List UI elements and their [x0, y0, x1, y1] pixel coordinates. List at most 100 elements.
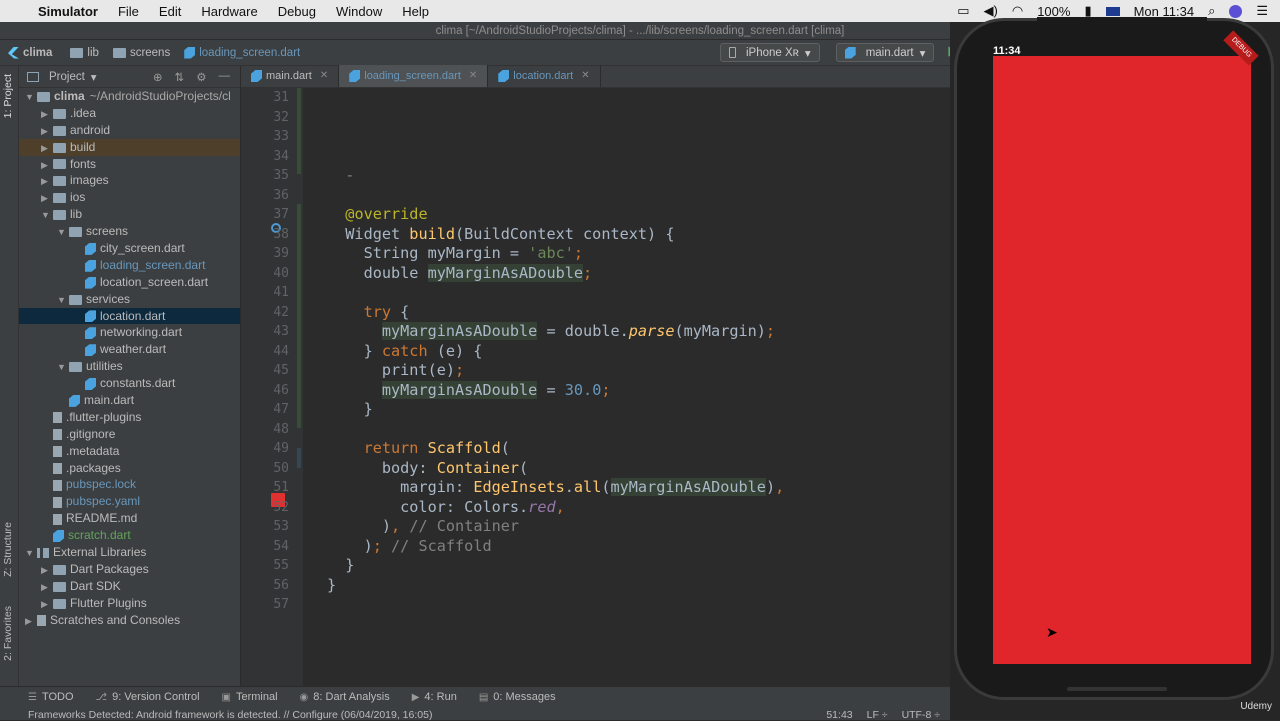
code-line[interactable]: Widget build(BuildContext context) {: [327, 225, 674, 243]
tree-item[interactable]: pubspec.lock: [19, 476, 240, 493]
tree-item[interactable]: constants.dart: [19, 375, 240, 392]
menu-help[interactable]: Help: [402, 4, 429, 19]
chevron-down-icon[interactable]: ▼: [57, 359, 69, 376]
collapse-icon[interactable]: ⇅: [175, 70, 185, 84]
code-line[interactable]: print(e);: [327, 361, 464, 379]
close-icon[interactable]: ✕: [581, 65, 589, 87]
code-line[interactable]: @override: [327, 205, 427, 223]
tree-item[interactable]: pubspec.yaml: [19, 493, 240, 510]
tree-item[interactable]: ▶ Flutter Plugins: [19, 595, 240, 612]
spotlight-icon[interactable]: ⌕: [1208, 3, 1215, 19]
tree-item[interactable]: ▶ images: [19, 172, 240, 189]
code-line[interactable]: color: Colors.red,: [327, 498, 565, 516]
code-line[interactable]: myMarginAsADouble = double.parse(myMargi…: [327, 322, 775, 340]
tree-item[interactable]: location.dart: [19, 307, 240, 325]
chevron-right-icon[interactable]: ▶: [41, 173, 53, 190]
menu-hardware[interactable]: Hardware: [201, 4, 257, 19]
tree-item[interactable]: ▶ ios: [19, 189, 240, 206]
notification-center-icon[interactable]: ☰: [1256, 3, 1268, 19]
tab-loading-screen-dart[interactable]: loading_screen.dart ✕: [339, 65, 489, 87]
tree-item[interactable]: ▶ Scratches and Consoles: [19, 612, 240, 629]
chevron-right-icon[interactable]: ▶: [41, 579, 53, 596]
tree-item[interactable]: scratch.dart: [19, 527, 240, 544]
close-icon[interactable]: ✕: [469, 65, 477, 87]
menu-debug[interactable]: Debug: [278, 4, 316, 19]
crumb-screens[interactable]: screens: [112, 47, 170, 59]
line-separator[interactable]: LF ÷: [867, 709, 888, 721]
tree-item[interactable]: ▶ fonts: [19, 156, 240, 173]
tree-item[interactable]: networking.dart: [19, 324, 240, 341]
tree-item[interactable]: .metadata: [19, 443, 240, 460]
code-line[interactable]: }: [327, 576, 336, 594]
toolwindow-4-run[interactable]: ▶ 4: Run: [412, 691, 457, 703]
project-toolwindow-tab[interactable]: 1: Project: [2, 74, 14, 118]
code-line[interactable]: ), // Container: [327, 517, 519, 535]
tree-item[interactable]: city_screen.dart: [19, 240, 240, 257]
tree-item[interactable]: .packages: [19, 460, 240, 477]
tree-item[interactable]: location_screen.dart: [19, 274, 240, 291]
wifi-icon[interactable]: ◠: [1012, 3, 1023, 19]
target-icon[interactable]: ⊕: [153, 70, 163, 84]
chevron-right-icon[interactable]: ▶: [41, 562, 53, 579]
structure-toolwindow-tab[interactable]: Z: Structure: [2, 522, 14, 577]
code-line[interactable]: }: [327, 400, 373, 418]
simulator-screen[interactable]: [993, 56, 1251, 664]
code-line[interactable]: body: Container(: [327, 459, 528, 477]
tree-item[interactable]: ▶ Dart SDK: [19, 578, 240, 595]
tree-item[interactable]: main.dart: [19, 392, 240, 409]
code-line[interactable]: } catch (e) {: [327, 342, 483, 360]
chevron-down-icon[interactable]: ▾: [91, 70, 97, 84]
chevron-down-icon[interactable]: ▼: [41, 207, 53, 224]
chevron-right-icon[interactable]: ▶: [41, 596, 53, 613]
code-line[interactable]: return Scaffold(: [327, 439, 510, 457]
volume-icon[interactable]: ◀): [984, 3, 998, 19]
tree-item[interactable]: ▼ utilities: [19, 358, 240, 375]
code-line[interactable]: String myMargin = 'abc';: [327, 244, 583, 262]
tree-item[interactable]: ▼ lib: [19, 206, 240, 223]
tree-item[interactable]: .flutter-plugins: [19, 409, 240, 426]
gear-icon[interactable]: ⚙: [196, 70, 206, 84]
code-line[interactable]: margin: EdgeInsets.all(myMarginAsADouble…: [327, 478, 784, 496]
tree-item[interactable]: ▶ Dart Packages: [19, 561, 240, 578]
tree-item[interactable]: loading_screen.dart: [19, 257, 240, 274]
menu-window[interactable]: Window: [336, 4, 382, 19]
code-line[interactable]: -: [327, 166, 354, 184]
chevron-down-icon[interactable]: ▼: [25, 89, 37, 106]
tree-item[interactable]: ▼ screens: [19, 223, 240, 240]
menu-file[interactable]: File: [118, 4, 139, 19]
chevron-right-icon[interactable]: ▶: [41, 157, 53, 174]
device-selector[interactable]: iPhone Xʀ ▾: [720, 43, 820, 62]
tree-item[interactable]: ▼ services: [19, 291, 240, 308]
code-line[interactable]: double myMarginAsADouble;: [327, 263, 592, 282]
chevron-right-icon[interactable]: ▶: [41, 106, 53, 123]
menu-edit[interactable]: Edit: [159, 4, 181, 19]
toolwindow-9-version-control[interactable]: ⎇ 9: Version Control: [96, 691, 200, 703]
tab-location-dart[interactable]: location.dart ✕: [488, 65, 601, 87]
crumb-project[interactable]: clima: [8, 46, 52, 59]
tree-item[interactable]: ▶ build: [19, 138, 240, 157]
code-line[interactable]: ); // Scaffold: [327, 537, 492, 555]
tree-item[interactable]: ▼ clima ~/AndroidStudioProjects/cl: [19, 88, 240, 105]
run-config-selector[interactable]: main.dart ▾: [835, 43, 935, 62]
chevron-right-icon[interactable]: ▶: [41, 123, 53, 140]
code-line[interactable]: }: [327, 556, 354, 574]
close-icon[interactable]: ✕: [320, 65, 328, 87]
chevron-down-icon[interactable]: ▼: [57, 224, 69, 241]
siri-icon[interactable]: [1229, 4, 1243, 18]
screen-icon[interactable]: ▭: [957, 3, 969, 19]
crumb-file[interactable]: loading_screen.dart: [184, 46, 300, 59]
menubar-app-name[interactable]: Simulator: [38, 4, 98, 19]
hide-icon[interactable]: —: [219, 70, 231, 84]
project-view-selector[interactable]: Project: [49, 71, 85, 83]
flag-icon[interactable]: [1105, 6, 1120, 16]
file-encoding[interactable]: UTF-8 ÷: [902, 709, 940, 721]
tree-item[interactable]: ▶ .idea: [19, 105, 240, 122]
chevron-down-icon[interactable]: ▼: [57, 292, 69, 309]
tree-item[interactable]: weather.dart: [19, 341, 240, 358]
code-line[interactable]: myMarginAsADouble = 30.0;: [327, 380, 611, 399]
tree-item[interactable]: ▶ android: [19, 122, 240, 139]
chevron-right-icon[interactable]: ▶: [41, 140, 53, 157]
tree-item[interactable]: .gitignore: [19, 426, 240, 443]
favorites-toolwindow-tab[interactable]: 2: Favorites: [2, 606, 14, 661]
crumb-lib[interactable]: lib: [70, 47, 99, 59]
